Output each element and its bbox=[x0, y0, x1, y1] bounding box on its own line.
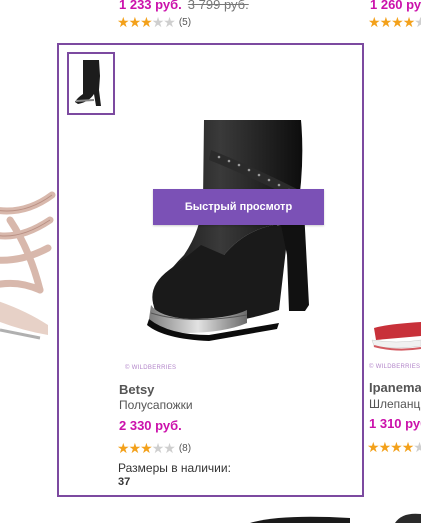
quick-view-button[interactable]: Быстрый просмотр bbox=[153, 189, 324, 225]
star-icon: ★ bbox=[414, 14, 421, 30]
product-price: 1 233 руб. 3 799 руб. bbox=[119, 0, 249, 12]
review-count[interactable]: (5) bbox=[179, 17, 191, 28]
sizes-label: Размеры в наличии: bbox=[118, 461, 231, 475]
rating-stars: ★ ★ ★ ★ ★ bbox=[368, 15, 421, 29]
star-icon: ★ bbox=[402, 14, 416, 30]
watermark: © WILDBERRIES bbox=[369, 364, 421, 370]
star-icon: ★ bbox=[401, 439, 415, 455]
product-brand[interactable]: Betsy bbox=[119, 382, 154, 397]
star-icon: ★ bbox=[117, 14, 130, 30]
star-icon: ★ bbox=[128, 14, 142, 30]
sandal-image[interactable] bbox=[0, 180, 56, 350]
product-price: 1 260 руб. bbox=[370, 0, 421, 12]
product-thumbnail[interactable] bbox=[67, 52, 115, 115]
star-icon: ★ bbox=[391, 14, 404, 30]
sizes-value: 37 bbox=[118, 476, 131, 488]
star-icon: ★ bbox=[140, 14, 153, 30]
rating-stars: ★ ★ ★ ★ ★ bbox=[367, 440, 421, 454]
product-image-partial bbox=[250, 516, 350, 523]
product-price: 1 310 руб. bbox=[369, 416, 421, 431]
star-icon: ★ bbox=[367, 439, 380, 455]
product-card[interactable]: Быстрый просмотр © WILDBERRIES Betsy Пол… bbox=[57, 43, 364, 497]
star-icon: ★ bbox=[378, 439, 392, 455]
star-icon: ★ bbox=[117, 440, 130, 456]
star-icon: ★ bbox=[368, 14, 381, 30]
product-image-partial bbox=[395, 513, 421, 523]
product-category[interactable]: Полусапожки bbox=[119, 398, 193, 412]
product-category[interactable]: Шлепанцы bbox=[369, 397, 421, 411]
star-icon: ★ bbox=[379, 14, 393, 30]
star-icon: ★ bbox=[140, 440, 153, 456]
old-price: 3 799 руб. bbox=[187, 0, 249, 12]
boot-image[interactable] bbox=[129, 105, 319, 355]
boot-thumbnail bbox=[75, 60, 101, 106]
watermark: © WILDBERRIES bbox=[125, 365, 177, 371]
star-icon: ★ bbox=[128, 440, 142, 456]
rating-stars: ★ ★ ★ ★ ★ (5) bbox=[117, 15, 191, 29]
flip-flop-image[interactable] bbox=[368, 300, 421, 360]
product-price: 2 330 руб. bbox=[119, 418, 182, 433]
rating-stars: ★ ★ ★ ★ ★ (8) bbox=[117, 441, 191, 455]
star-icon: ★ bbox=[413, 439, 421, 455]
product-brand[interactable]: Ipanema bbox=[369, 380, 421, 395]
star-icon: ★ bbox=[151, 14, 165, 30]
star-icon: ★ bbox=[163, 14, 176, 30]
star-icon: ★ bbox=[390, 439, 403, 455]
review-count[interactable]: (8) bbox=[179, 443, 191, 454]
star-icon: ★ bbox=[163, 440, 176, 456]
star-icon: ★ bbox=[151, 440, 165, 456]
